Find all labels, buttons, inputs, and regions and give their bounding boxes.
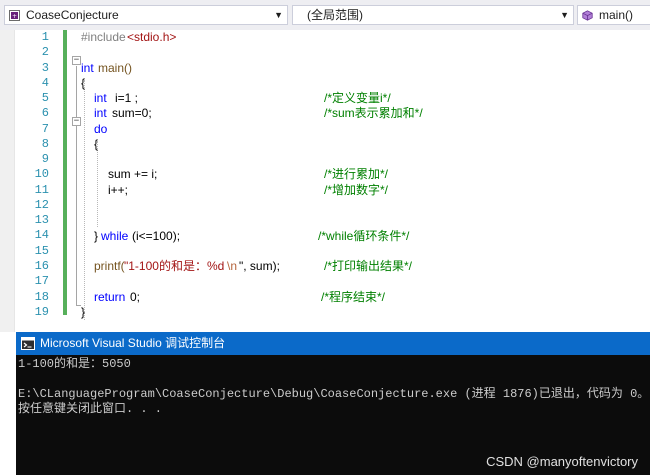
debug-console-window[interactable]: Microsoft Visual Studio 调试控制台 1-100的和是：5…	[16, 332, 650, 475]
line-number: 3	[41, 60, 49, 75]
scope-dropdown[interactable]: (全局范围) ▼	[292, 5, 574, 25]
code-line[interactable]	[81, 198, 641, 213]
code-line[interactable]: sum += i; /*进行累加*/	[81, 167, 641, 182]
code-token: main()	[98, 60, 133, 75]
line-number: 18	[34, 289, 49, 304]
code-token: printf(	[94, 259, 125, 274]
line-number: 16	[34, 258, 49, 273]
code-comment: /*while循环条件*/	[318, 228, 410, 243]
code-line[interactable]: }	[81, 305, 641, 320]
code-keyword: do	[94, 121, 108, 136]
change-tracking-bar	[63, 30, 67, 315]
console-output-line: E:\CLanguageProgram\CoaseConjecture\Debu…	[18, 387, 650, 401]
line-number: 8	[41, 136, 49, 151]
code-keyword: int	[81, 60, 94, 75]
collapse-main-icon[interactable]: −	[72, 56, 81, 65]
code-token: sum += i;	[108, 167, 158, 182]
code-line[interactable]	[81, 274, 641, 289]
code-token: i++;	[108, 182, 129, 197]
code-line[interactable]: int main()	[81, 61, 641, 76]
code-token: ", sum);	[239, 259, 280, 274]
line-number: 2	[41, 45, 49, 60]
code-line[interactable]	[81, 213, 641, 228]
code-line[interactable]: return 0; /*程序结束*/	[81, 290, 641, 305]
code-keyword: int	[94, 106, 107, 121]
outline-line	[76, 66, 77, 305]
code-token: sum=0;	[112, 106, 152, 121]
code-line[interactable]: } while (i<=100);/*while循环条件*/	[81, 229, 641, 244]
scope-dropdown-label: (全局范围)	[307, 8, 363, 22]
code-line[interactable]: int sum=0; /*sum表示累加和*/	[81, 106, 641, 121]
project-dropdown-label: CoaseConjecture	[26, 8, 119, 22]
code-token: {	[94, 136, 99, 151]
code-line[interactable]: int i=1 ; /*定义变量i*/	[81, 91, 641, 106]
code-line[interactable]: printf("1-100的和是：%d \n ", sum); /*打印输出结果*/	[81, 259, 641, 274]
code-line[interactable]	[81, 45, 641, 60]
code-line[interactable]: {	[81, 137, 641, 152]
navigation-bar: + CoaseConjecture ▼ (全局范围) ▼ main()	[0, 0, 650, 30]
code-line[interactable]: {	[81, 76, 641, 91]
code-comment: /*sum表示累加和*/	[324, 106, 423, 121]
line-number: 19	[34, 304, 49, 319]
line-number: 6	[41, 106, 49, 121]
code-token: <stdio.h>	[127, 30, 177, 44]
code-comment: /*进行累加*/	[324, 167, 389, 182]
console-title-bar[interactable]: Microsoft Visual Studio 调试控制台	[16, 332, 650, 355]
code-line[interactable]	[81, 152, 641, 167]
line-number: 7	[41, 121, 49, 136]
line-number: 17	[34, 274, 49, 289]
line-number: 10	[34, 167, 49, 182]
code-token: #include	[81, 30, 130, 44]
code-token: i=1 ;	[115, 91, 139, 106]
code-keyword: int	[94, 91, 107, 106]
selection-margin	[0, 30, 14, 332]
code-line[interactable]: i++; /*增加数字*/	[81, 183, 641, 198]
svg-text:+: +	[12, 13, 17, 20]
code-token: (i<=100);	[132, 228, 181, 243]
line-number: 12	[34, 197, 49, 212]
line-number-gutter: 1 2 3 4 5 6 7 8 9 10 11 12 13 14 15 16 17 18 19	[15, 30, 49, 320]
console-window-icon	[21, 337, 35, 350]
cpp-file-icon: +	[9, 10, 20, 21]
chevron-down-icon[interactable]: ▼	[274, 6, 283, 24]
code-comment: /*定义变量i*/	[324, 91, 391, 106]
code-comment: /*程序结束*/	[321, 289, 386, 304]
code-keyword: while	[101, 228, 129, 243]
collapse-do-icon[interactable]: −	[72, 117, 81, 126]
line-number: 9	[41, 152, 49, 167]
code-comment: /*打印输出结果*/	[324, 259, 413, 274]
code-keyword: return	[94, 289, 126, 304]
line-number: 14	[34, 228, 49, 243]
line-number: 15	[34, 243, 49, 258]
code-line[interactable]: #include <stdio.h>	[81, 30, 641, 45]
member-dropdown[interactable]: main()	[577, 5, 650, 25]
member-dropdown-label: main()	[599, 8, 634, 22]
console-output-line: 1-100的和是：5050	[18, 357, 131, 371]
line-number: 13	[34, 213, 49, 228]
line-number: 11	[34, 182, 49, 197]
code-comment: /*增加数字*/	[324, 182, 389, 197]
console-title: Microsoft Visual Studio 调试控制台	[40, 336, 226, 350]
code-token: "1-100的和是：%d	[124, 259, 225, 274]
watermark: CSDN @manyoftenvictory	[486, 454, 638, 469]
code-editor[interactable]: 1 2 3 4 5 6 7 8 9 10 11 12 13 14 15 16 17 18 19 − − #inclu…	[0, 30, 650, 332]
code-token: }	[81, 304, 86, 319]
code-token: \n	[227, 259, 238, 274]
code-token: {	[81, 75, 86, 90]
line-number: 1	[41, 30, 49, 44]
chevron-down-icon[interactable]: ▼	[560, 6, 569, 24]
code-line[interactable]	[81, 244, 641, 259]
line-number: 4	[41, 75, 49, 90]
line-number: 5	[41, 91, 49, 106]
method-icon	[582, 10, 593, 21]
code-line[interactable]: do	[81, 122, 641, 137]
project-dropdown[interactable]: + CoaseConjecture ▼	[4, 5, 288, 25]
code-token: 0;	[130, 289, 141, 304]
console-output-line: 按任意键关闭此窗口. . .	[18, 402, 163, 416]
